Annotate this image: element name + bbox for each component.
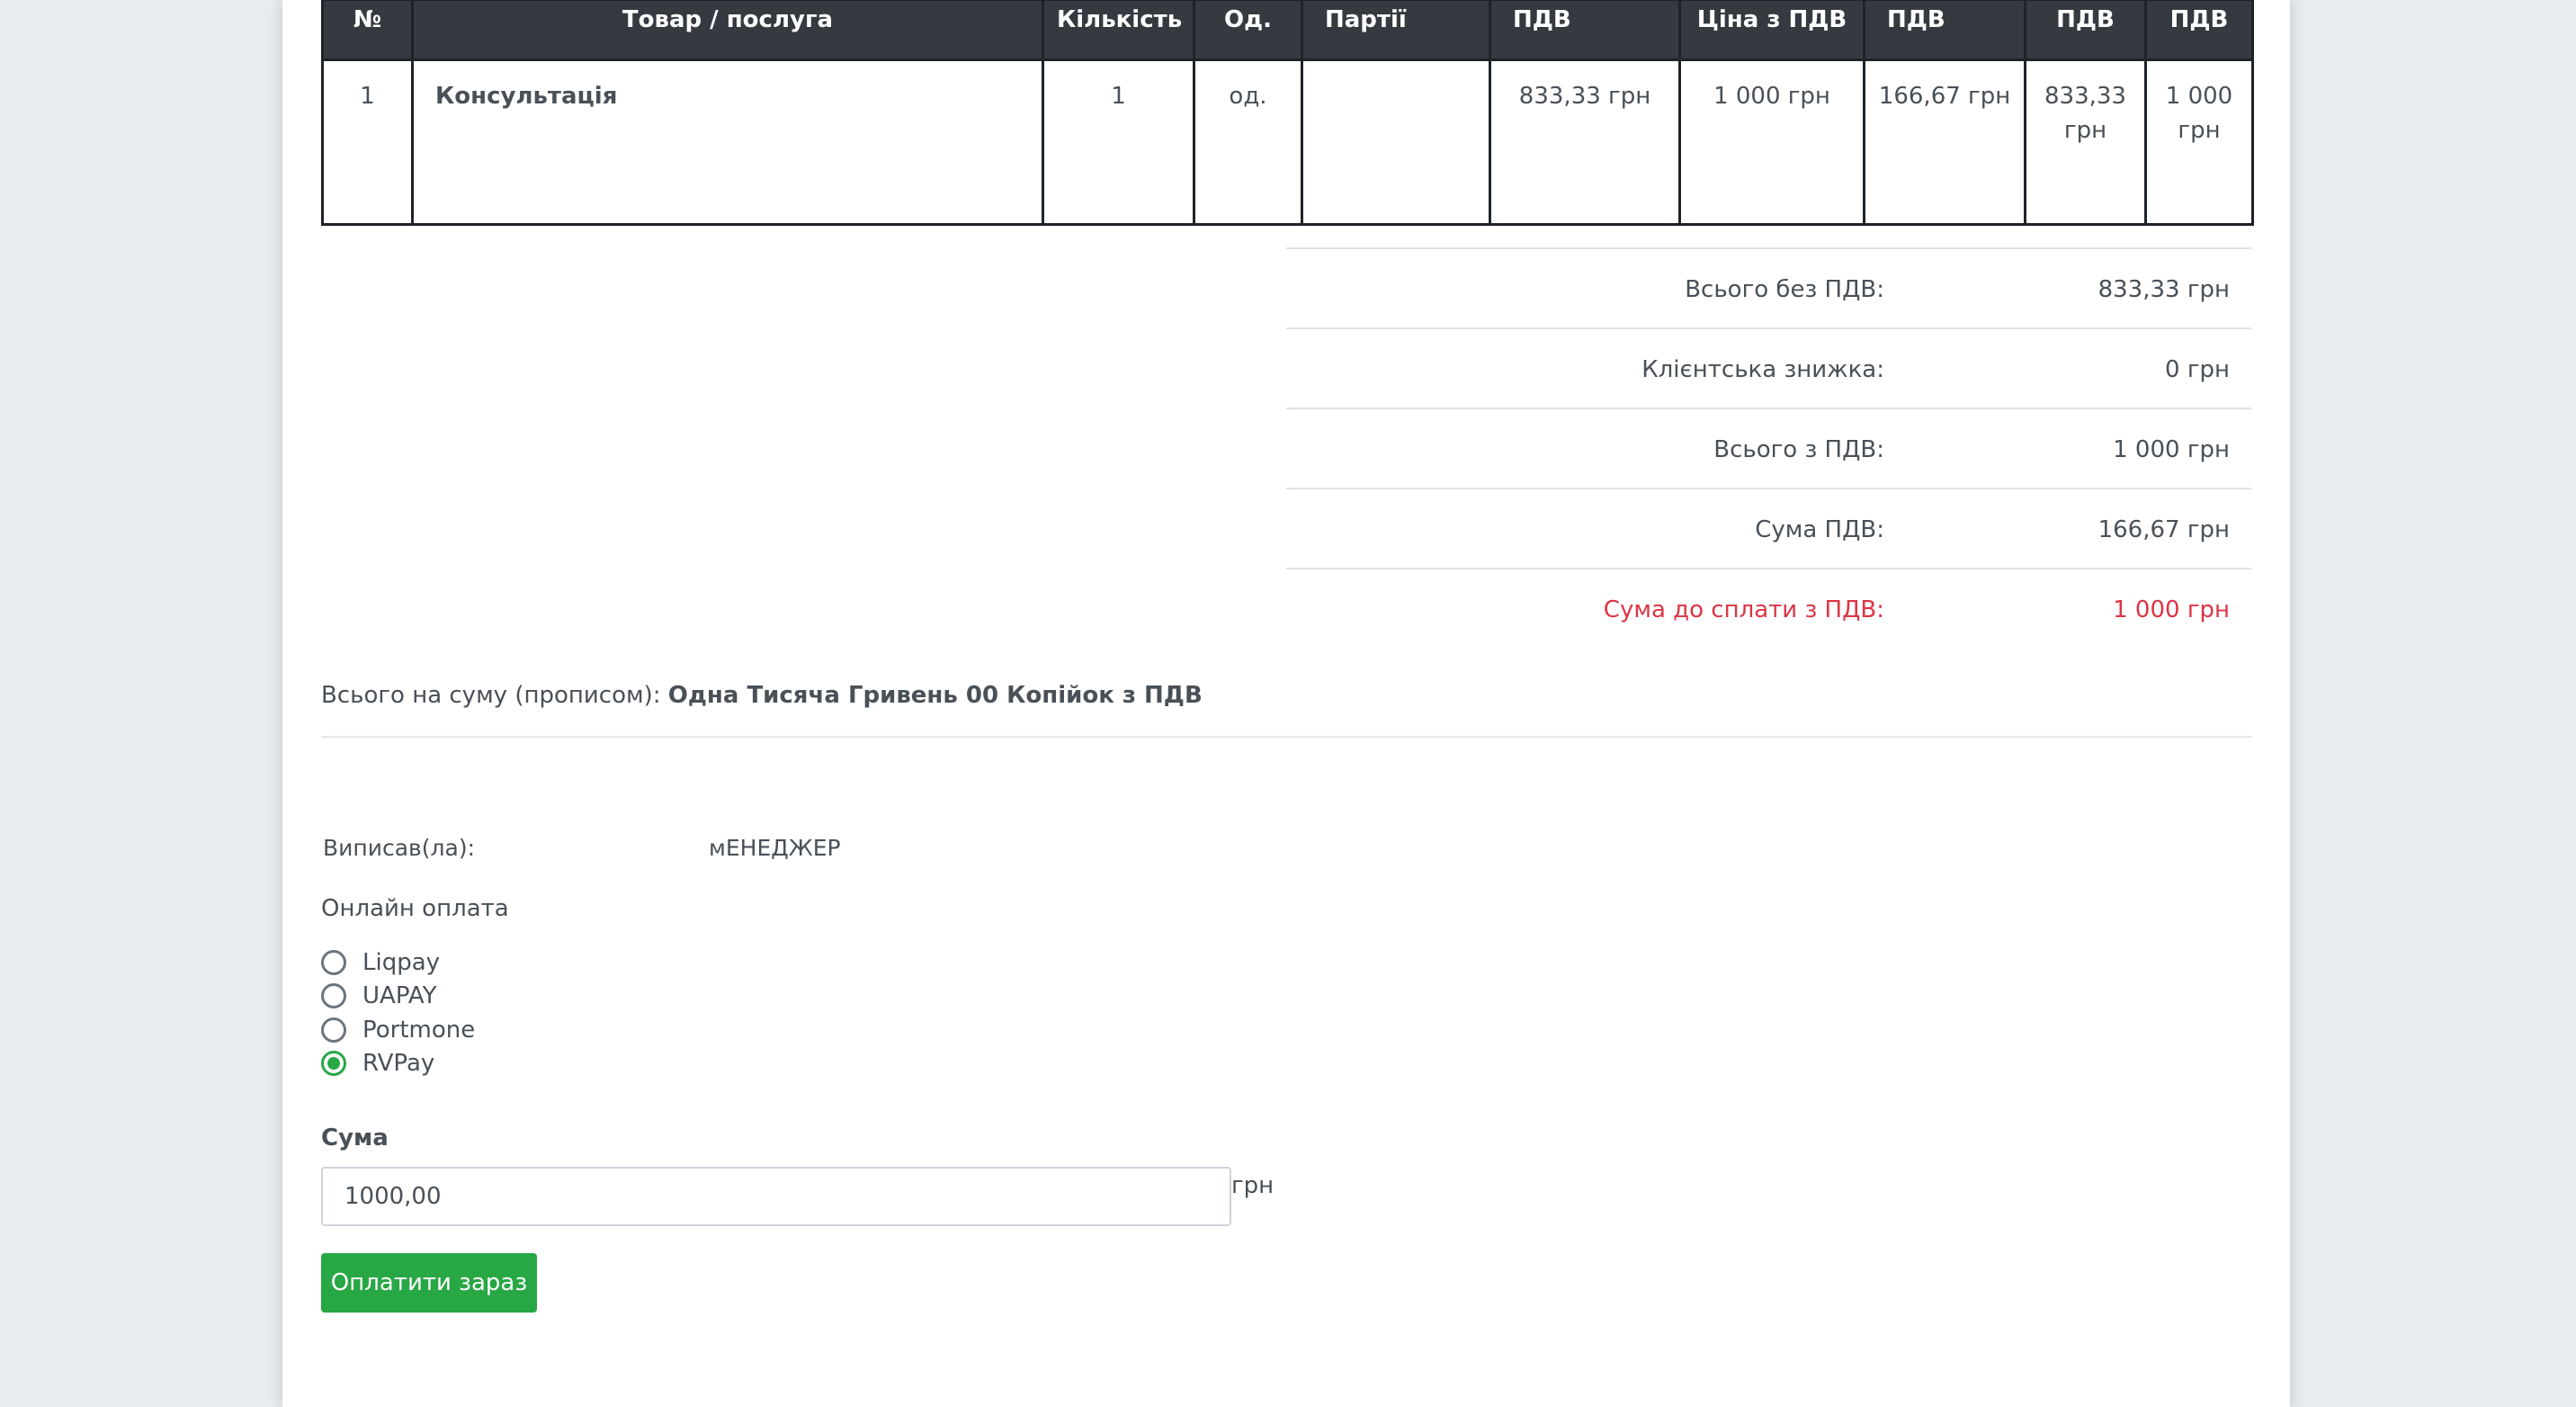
- payment-option-label[interactable]: Portmone: [362, 1017, 475, 1044]
- total-row-vat-sum: Сума ПДВ: 166,67 грн: [1286, 488, 2251, 568]
- payment-option-liqpay[interactable]: Liqpay: [321, 946, 440, 979]
- col-header-vat-3: ПДВ: [2024, 0, 2147, 61]
- table-header-row: № Товар / послуга Кількість Од. Партії П…: [321, 0, 2254, 61]
- col-header-batches: Партії: [1301, 0, 1491, 61]
- amount-in-words-value: Одна Тисяча Гривень 00 Копійок з ПДВ: [667, 682, 1203, 709]
- total-value: 166,67 грн: [2097, 516, 2230, 543]
- cell-unit: од.: [1193, 58, 1303, 226]
- total-label: Клієнтська знижка:: [1641, 356, 1884, 383]
- cell-vat-3: 833,33 грн: [2024, 58, 2147, 226]
- payment-option-label[interactable]: RVPay: [362, 1050, 434, 1077]
- payment-option-label[interactable]: UAPAY: [362, 982, 436, 1009]
- col-header-vat-4: ПДВ: [2144, 0, 2254, 61]
- cell-vat-2: 166,67 грн: [1863, 58, 2026, 226]
- cell-number: 1: [321, 58, 414, 226]
- payment-option-uapay[interactable]: UAPAY: [321, 980, 436, 1012]
- totals-block: Всього без ПДВ: 833,33 грн Клієнтська зн…: [1286, 247, 2251, 648]
- radio-button[interactable]: [321, 1017, 346, 1043]
- radio-button[interactable]: [321, 983, 346, 1008]
- cell-batches: [1301, 58, 1491, 226]
- total-row-amount-due: Сума до сплати з ПДВ: 1 000 грн: [1286, 568, 2251, 648]
- pay-now-button[interactable]: Оплатити зараз: [321, 1253, 537, 1313]
- sum-label: Сума: [321, 1125, 389, 1152]
- payment-option-portmone[interactable]: Portmone: [321, 1014, 475, 1046]
- table-row: 1 Консультація 1 од. 833,33 грн 1 000 гр…: [321, 58, 2254, 226]
- col-header-vat-1: ПДВ: [1489, 0, 1681, 61]
- cell-price-with-vat: 1 000 грн: [1678, 58, 1865, 226]
- cell-quantity: 1: [1042, 58, 1195, 226]
- radio-button[interactable]: [321, 950, 346, 975]
- total-value: 1 000 грн: [2113, 596, 2230, 623]
- online-payment-title: Онлайн оплата: [321, 895, 509, 922]
- total-label: Сума до сплати з ПДВ:: [1603, 596, 1884, 623]
- items-table: № Товар / послуга Кількість Од. Партії П…: [321, 0, 2254, 226]
- radio-button-selected[interactable]: [321, 1051, 346, 1076]
- col-header-quantity: Кількість: [1042, 0, 1195, 61]
- col-header-number: №: [321, 0, 414, 61]
- sum-input[interactable]: [321, 1167, 1231, 1226]
- amount-in-words-label: Всього на суму (прописом):: [321, 682, 661, 709]
- col-header-product: Товар / послуга: [411, 0, 1044, 61]
- cell-product: Консультація: [411, 58, 1044, 226]
- payment-option-label[interactable]: Liqpay: [362, 949, 440, 976]
- col-header-vat-2: ПДВ: [1863, 0, 2026, 61]
- total-value: 833,33 грн: [2097, 276, 2230, 303]
- total-label: Всього з ПДВ:: [1713, 436, 1884, 463]
- payment-option-rvpay[interactable]: RVPay: [321, 1047, 434, 1080]
- cell-vat-4: 1 000 грн: [2144, 58, 2254, 226]
- issued-by-value: мЕНЕДЖЕР: [709, 835, 841, 861]
- col-header-unit: Од.: [1193, 0, 1303, 61]
- amount-in-words: Всього на суму (прописом): Одна Тисяча Г…: [321, 682, 2251, 738]
- sum-currency: грн: [1231, 1172, 1275, 1199]
- col-header-price-with-vat: Ціна з ПДВ: [1678, 0, 1865, 61]
- total-value: 0 грн: [2165, 356, 2230, 383]
- total-label: Всього без ПДВ:: [1685, 276, 1884, 303]
- total-row-with-vat: Всього з ПДВ: 1 000 грн: [1286, 408, 2251, 488]
- total-value: 1 000 грн: [2113, 436, 2230, 463]
- total-row-discount: Клієнтська знижка: 0 грн: [1286, 327, 2251, 408]
- cell-vat-1: 833,33 грн: [1489, 58, 1681, 226]
- issued-by-label: Виписав(ла):: [323, 835, 476, 861]
- total-row-without-vat: Всього без ПДВ: 833,33 грн: [1286, 247, 2251, 327]
- total-label: Сума ПДВ:: [1755, 516, 1884, 543]
